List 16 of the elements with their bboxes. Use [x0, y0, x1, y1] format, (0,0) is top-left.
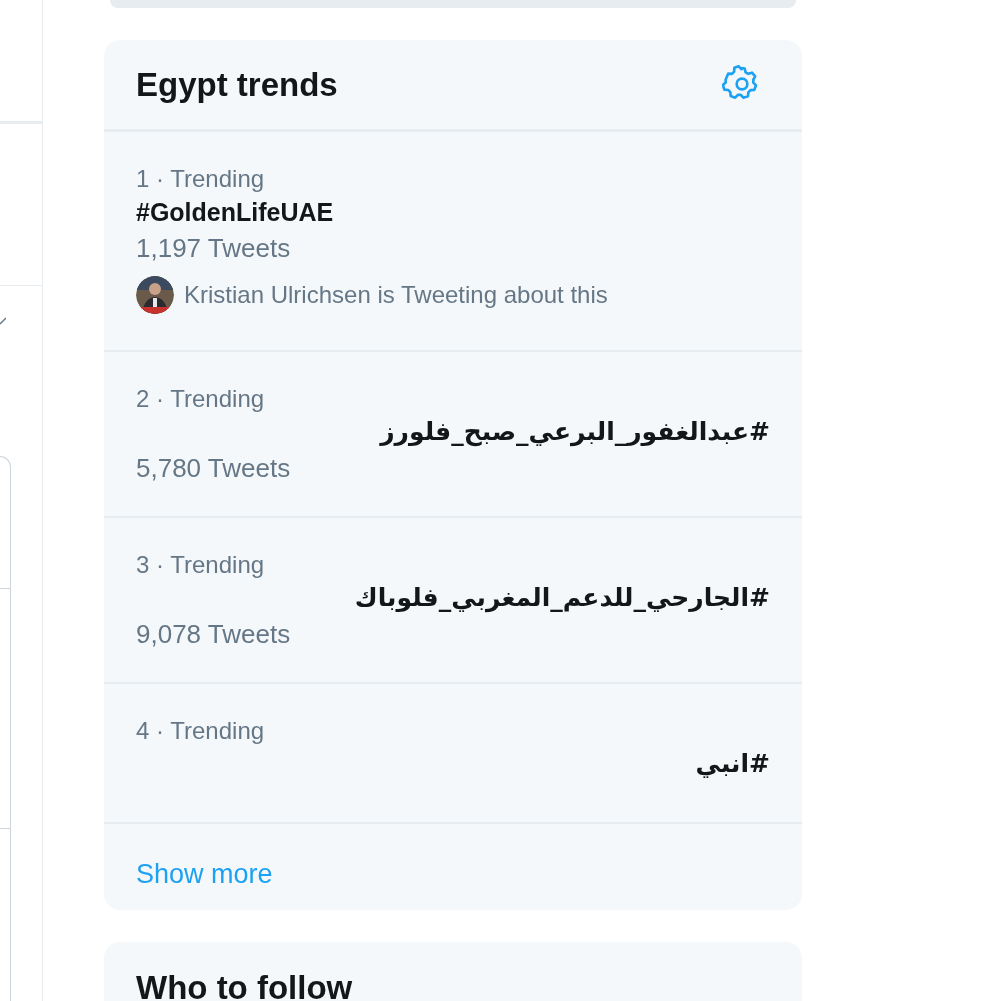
trend-topic: #عبدالغفور_البرعي_صبح_فلورز	[380, 415, 770, 449]
trend-topic: #الجارحي_للدعم_المغربي_فلوباك	[354, 581, 770, 615]
tweet-count: 5,780 Tweets	[136, 451, 291, 485]
trend-topic: #GoldenLifeUAE	[136, 196, 334, 228]
tweet-count: 9,078 Tweets	[136, 617, 291, 651]
tweet-count: 1,197 Tweets	[136, 231, 291, 265]
context-text: Kristian Ulrichsen is Tweeting about this	[184, 279, 608, 310]
trend-topic: #انبي	[695, 747, 770, 780]
trend-meta: 2 · Trending	[136, 383, 265, 414]
trend-meta: 1 · Trending	[136, 163, 265, 194]
trend-meta: 3 · Trending	[136, 549, 265, 580]
trend-meta: 4 · Trending	[136, 715, 265, 746]
chevron-icon[interactable]	[0, 316, 6, 326]
trend-item[interactable]: 1 · Trending #GoldenLifeUAE 1,197 Tweets Kristian Ulrichsen is Tweeting about this	[104, 131, 802, 352]
section-title: Egypt trends	[136, 64, 338, 105]
section-title: Who to follow	[136, 967, 353, 1001]
